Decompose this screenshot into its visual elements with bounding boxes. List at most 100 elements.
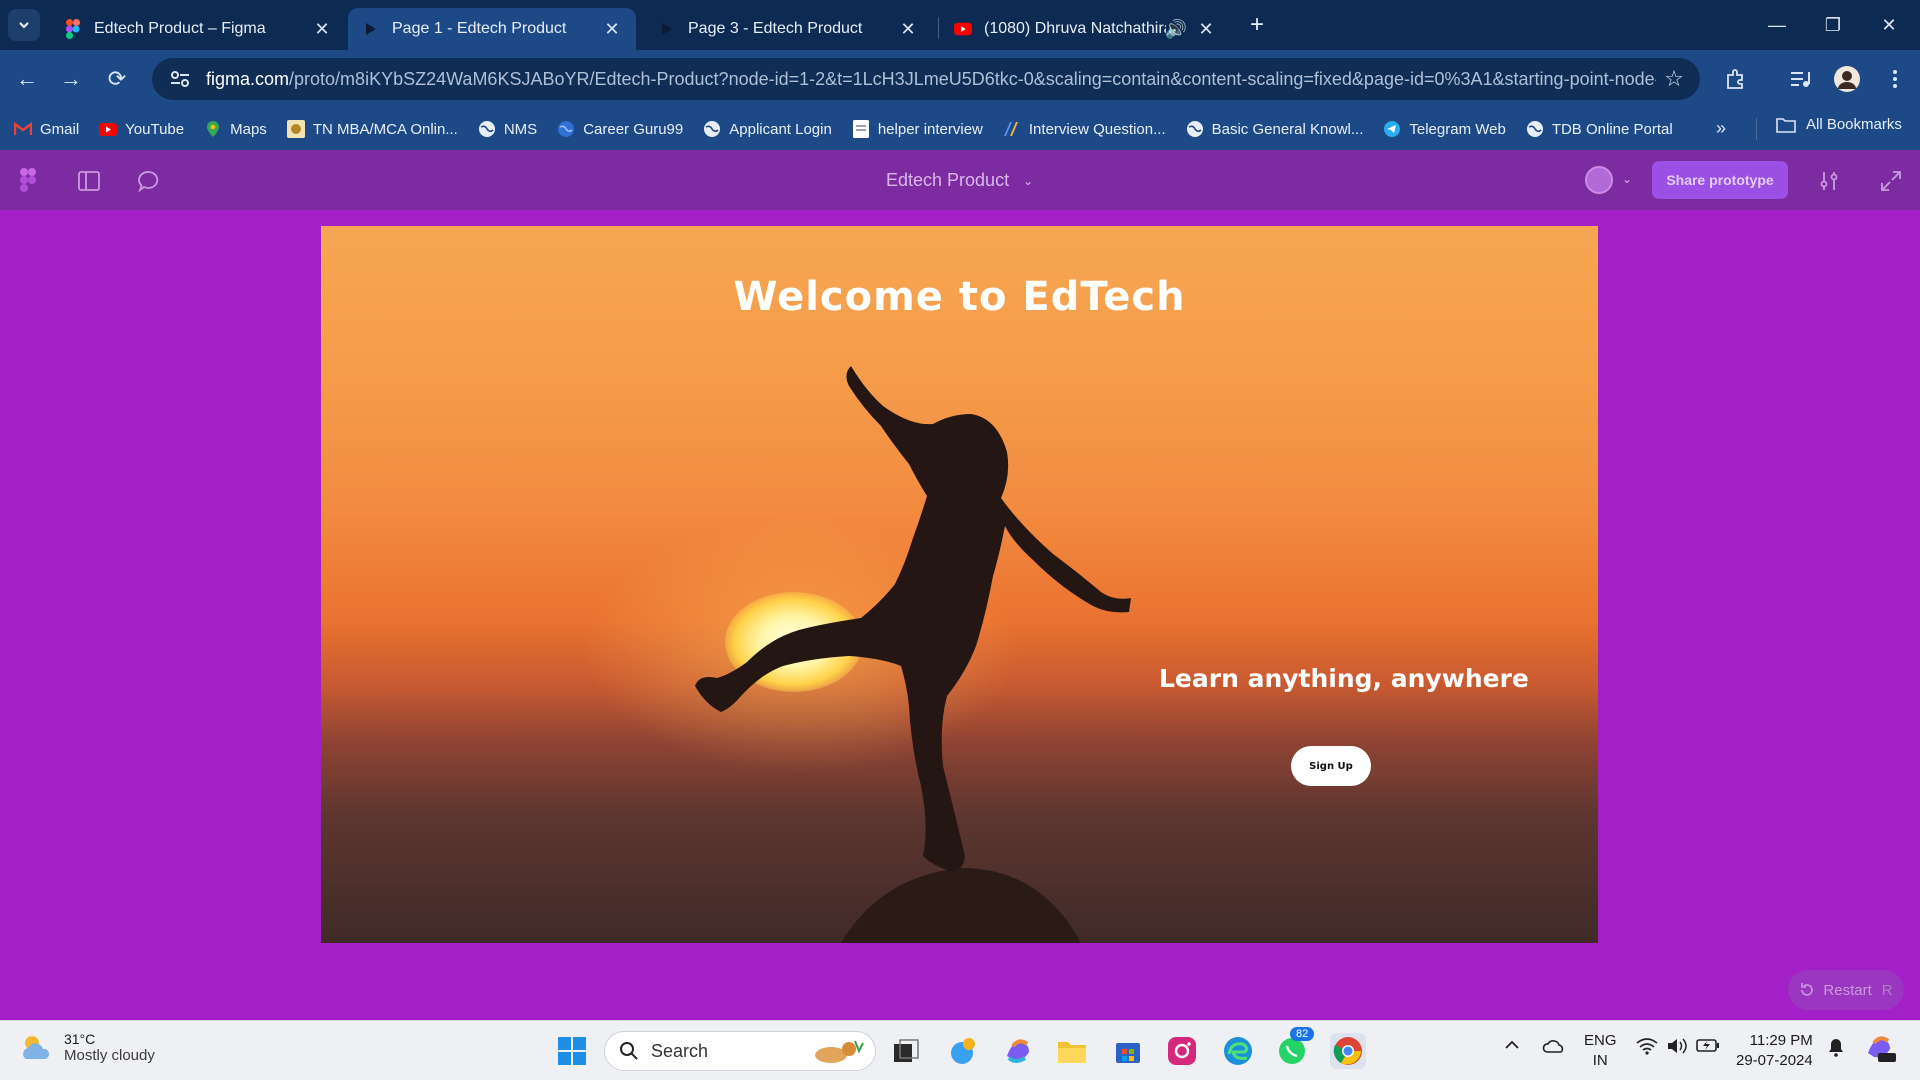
- prototype-frame[interactable]: Welcome to EdTech Learn anything, anywhe…: [321, 226, 1598, 943]
- tab-figma-file[interactable]: Edtech Product – Figma ✕: [50, 8, 346, 50]
- widgets-icon[interactable]: [946, 1033, 982, 1069]
- profile-avatar[interactable]: [1832, 64, 1862, 94]
- back-button[interactable]: ←: [12, 64, 42, 94]
- all-bookmarks-button[interactable]: All Bookmarks: [1776, 116, 1902, 133]
- globe-icon: [1186, 120, 1204, 138]
- close-icon[interactable]: ✕: [898, 19, 918, 39]
- more-menu-icon[interactable]: [1880, 64, 1910, 94]
- system-clock[interactable]: 11:29 PM 29-07-2024: [1736, 1031, 1813, 1071]
- tray-overflow-icon[interactable]: [1504, 1037, 1520, 1054]
- close-icon[interactable]: ✕: [1196, 19, 1216, 39]
- tab-search-button[interactable]: [8, 9, 40, 41]
- minimize-button[interactable]: —: [1764, 12, 1790, 38]
- bookmark-helper-interview[interactable]: helper interview: [852, 120, 983, 138]
- close-icon[interactable]: ✕: [312, 19, 332, 39]
- task-view-icon[interactable]: [888, 1033, 924, 1069]
- folder-icon: [1776, 117, 1796, 133]
- extensions-icon[interactable]: [1720, 64, 1750, 94]
- fullscreen-icon[interactable]: [1876, 166, 1906, 196]
- battery-icon[interactable]: [1696, 1037, 1720, 1057]
- silhouette-image: [695, 366, 1131, 943]
- search-icon: [619, 1041, 639, 1061]
- chevron-down-icon[interactable]: ⌄: [1622, 172, 1632, 186]
- bookmark-telegram-web[interactable]: Telegram Web: [1383, 120, 1506, 138]
- hero-title: Welcome to EdTech: [733, 274, 1186, 320]
- play-icon: [658, 20, 676, 38]
- volume-icon[interactable]: [1666, 1037, 1688, 1059]
- restore-button[interactable]: ❐: [1820, 12, 1846, 38]
- site-icon: [1003, 120, 1021, 138]
- tab-youtube[interactable]: (1080) Dhruva Natchathiram 🔊 ✕: [940, 8, 1230, 50]
- speaker-icon[interactable]: 🔊: [1165, 19, 1187, 39]
- maps-icon: [204, 120, 222, 138]
- taskbar-search[interactable]: Search: [604, 1031, 876, 1071]
- tab-title: Page 3 - Edtech Product: [688, 20, 863, 37]
- bookmark-applicant-login[interactable]: Applicant Login: [703, 120, 832, 138]
- figma-prototype-header: Edtech Product ⌄ ⌄ Share prototype: [0, 150, 1920, 210]
- bookmarks-bar: Gmail YouTube Maps TN MBA/MCA Onlin... N…: [0, 108, 1920, 150]
- tab-page-1[interactable]: Page 1 - Edtech Product ✕: [348, 8, 636, 50]
- bookmark-nms[interactable]: NMS: [478, 120, 537, 138]
- temperature: 31°C: [64, 1031, 96, 1047]
- reload-button[interactable]: ⟳: [102, 64, 132, 94]
- restart-label: Restart: [1823, 981, 1872, 999]
- forward-button[interactable]: →: [56, 64, 86, 94]
- url-host: figma.com: [206, 68, 290, 89]
- start-button[interactable]: [554, 1033, 590, 1069]
- restart-button[interactable]: Restart R: [1788, 970, 1904, 1010]
- file-explorer-icon[interactable]: [1054, 1033, 1090, 1069]
- notification-bell-icon[interactable]: [1826, 1037, 1846, 1061]
- weather-condition: Mostly cloudy: [64, 1047, 155, 1064]
- youtube-icon: [99, 120, 118, 138]
- share-prototype-button[interactable]: Share prototype: [1652, 161, 1788, 199]
- bookmark-tn-mba[interactable]: TN MBA/MCA Onlin...: [286, 120, 458, 138]
- instagram-icon[interactable]: [1164, 1033, 1200, 1069]
- bookmark-career-guru99[interactable]: Career Guru99: [557, 120, 683, 138]
- bookmark-maps[interactable]: Maps: [204, 120, 267, 138]
- sign-up-button[interactable]: Sign Up: [1291, 746, 1371, 786]
- site-info-icon[interactable]: [160, 64, 200, 94]
- avatar[interactable]: [1585, 166, 1613, 194]
- url-text[interactable]: figma.com/proto/m8iKYbSZ24WaM6KSJABoYR/E…: [200, 69, 1656, 90]
- bookmark-label: Applicant Login: [729, 120, 832, 138]
- comment-icon[interactable]: [134, 166, 164, 196]
- new-tab-button[interactable]: +: [1244, 11, 1270, 38]
- cloud-sun-icon: [18, 1033, 54, 1063]
- bookmark-tdb-portal[interactable]: TDB Online Portal: [1526, 120, 1673, 138]
- wifi-icon[interactable]: [1636, 1037, 1658, 1059]
- tab-title: (1080) Dhruva Natchathiram: [984, 20, 1166, 37]
- store-icon[interactable]: [1110, 1033, 1146, 1069]
- bookmark-label: Career Guru99: [583, 120, 684, 138]
- bookmark-label: TN MBA/MCA Onlin...: [312, 120, 458, 138]
- tab-title: Edtech Product – Figma: [94, 20, 266, 37]
- bookmark-interview-questions[interactable]: Interview Question...: [1003, 120, 1166, 138]
- file-name-dropdown[interactable]: Edtech Product ⌄: [886, 170, 1033, 191]
- search-label: Search: [651, 1040, 709, 1061]
- chevron-down-icon: [19, 22, 29, 29]
- address-bar[interactable]: figma.com/proto/m8iKYbSZ24WaM6KSJABoYR/E…: [152, 58, 1700, 100]
- bookmark-basic-gk[interactable]: Basic General Knowl...: [1186, 120, 1363, 138]
- bookmark-star-icon[interactable]: ☆: [1656, 64, 1692, 94]
- clock-date: 29-07-2024: [1736, 1052, 1813, 1069]
- tab-page-3[interactable]: Page 3 - Edtech Product ✕: [644, 8, 932, 50]
- bookmark-gmail[interactable]: Gmail: [14, 120, 79, 138]
- bookmarks-overflow-icon[interactable]: »: [1716, 118, 1726, 139]
- copilot-icon[interactable]: [1000, 1033, 1036, 1069]
- edge-icon[interactable]: [1220, 1033, 1256, 1069]
- restart-shortcut: R: [1881, 981, 1893, 999]
- close-icon[interactable]: ✕: [602, 19, 622, 39]
- gmail-icon: [14, 120, 32, 138]
- onedrive-icon[interactable]: [1542, 1037, 1566, 1059]
- language-indicator[interactable]: ENG IN: [1584, 1031, 1617, 1071]
- tab-title: Page 1 - Edtech Product: [392, 20, 567, 37]
- chrome-icon[interactable]: [1330, 1033, 1366, 1069]
- copilot-preview-icon[interactable]: [1864, 1033, 1896, 1067]
- globe-icon: [703, 120, 721, 138]
- figma-logo-icon[interactable]: [20, 168, 36, 197]
- media-control-icon[interactable]: [1786, 64, 1816, 94]
- close-window-button[interactable]: ✕: [1876, 12, 1902, 38]
- sidebar-toggle-icon[interactable]: [74, 166, 104, 196]
- bookmark-youtube[interactable]: YouTube: [99, 120, 184, 138]
- weather-widget[interactable]: 31°C Mostly cloudy: [18, 1031, 155, 1064]
- settings-sliders-icon[interactable]: [1814, 166, 1844, 196]
